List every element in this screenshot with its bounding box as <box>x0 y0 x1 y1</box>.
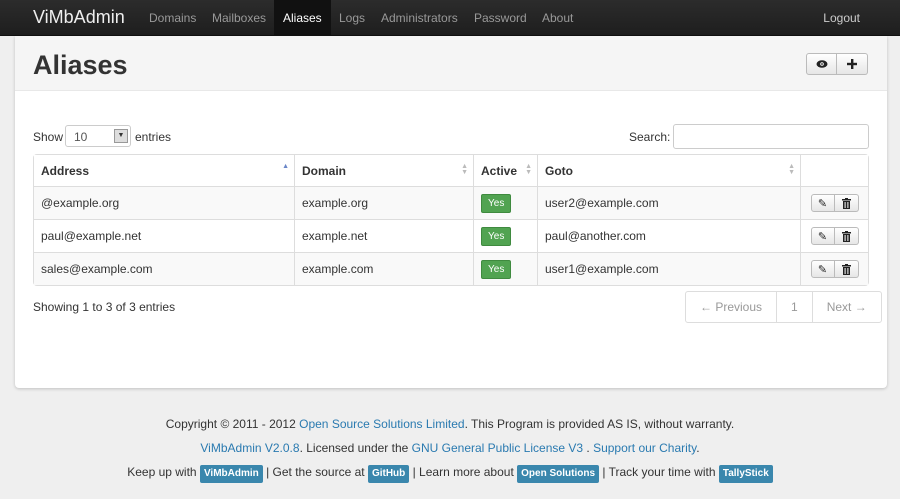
column-header-domain[interactable]: Domain ▲ ▼ <box>294 155 473 186</box>
delete-button[interactable] <box>834 260 859 278</box>
footer-text: | Get the source at <box>262 465 368 479</box>
active-cell: Yes <box>473 253 537 285</box>
oss-link[interactable]: Open Source Solutions Limited <box>299 417 464 431</box>
vimbadmin-tag-link[interactable]: ViMbAdmin <box>199 465 263 483</box>
edit-button[interactable]: ✎ <box>810 194 835 212</box>
footer-links: Keep up with ViMbAdmin | Get the source … <box>0 464 900 488</box>
aliases-table: Address ▲ Domain ▲ ▼ Active ▲ ▼ Goto ▲ ▼ @e… <box>33 154 869 286</box>
alias-domain: example.org <box>294 187 473 219</box>
charity-link[interactable]: Support our Charity <box>593 441 696 455</box>
footer-text: . Licensed under the <box>299 441 412 455</box>
logout-link[interactable]: Logout <box>823 0 860 36</box>
plus-icon <box>847 59 857 69</box>
nav-mailboxes[interactable]: Mailboxes <box>203 0 275 36</box>
row-actions: ✎ <box>800 253 868 285</box>
entries-per-page-value: 10 <box>74 130 88 144</box>
toggle-view-button[interactable] <box>806 53 837 75</box>
panel-header: Aliases <box>15 36 887 91</box>
add-alias-button[interactable] <box>837 53 868 75</box>
footer: Copyright © 2011 - 2012 Open Source Solu… <box>0 416 900 488</box>
active-cell: Yes <box>473 220 537 252</box>
nav-administrators[interactable]: Administrators <box>372 0 467 36</box>
active-badge[interactable]: Yes <box>481 193 512 213</box>
table-row: paul@example.net example.net Yes paul@an… <box>34 219 868 252</box>
tallystick-tag-link[interactable]: TallyStick <box>718 465 773 483</box>
version-link[interactable]: ViMbAdmin V2.0.8 <box>200 441 299 455</box>
page-title: Aliases <box>33 50 128 80</box>
row-actions: ✎ <box>800 220 868 252</box>
column-header-label: Address <box>41 163 90 178</box>
nav-about[interactable]: About <box>533 0 582 36</box>
footer-text: Copyright © 2011 - 2012 <box>165 417 300 431</box>
alias-goto: user2@example.com <box>537 187 800 219</box>
alias-domain: example.net <box>294 220 473 252</box>
column-header-address[interactable]: Address ▲ <box>34 155 294 186</box>
top-navbar: ViMbAdmin Domains Mailboxes Aliases Logs… <box>0 0 900 36</box>
column-header-actions <box>800 155 868 186</box>
open-solutions-tag-link[interactable]: Open Solutions <box>517 465 600 483</box>
license-link[interactable]: GNU General Public License V3 <box>412 441 583 455</box>
alias-goto: paul@another.com <box>537 220 800 252</box>
page-1-button[interactable]: 1 <box>776 292 812 322</box>
footer-text: . <box>583 441 594 455</box>
aliases-panel: Aliases Show 10 ▼ entries Search: Addres… <box>15 36 887 388</box>
eye-icon <box>816 60 827 68</box>
row-actions: ✎ <box>800 187 868 219</box>
chevron-down-icon: ▼ <box>114 129 128 143</box>
nav-aliases[interactable]: Aliases <box>274 0 331 36</box>
edit-button[interactable]: ✎ <box>810 227 835 245</box>
brand-logo[interactable]: ViMbAdmin <box>33 7 125 28</box>
previous-page-button[interactable]: ← Previous <box>686 292 776 322</box>
trash-icon <box>841 197 851 209</box>
nav-domains[interactable]: Domains <box>140 0 205 36</box>
active-badge[interactable]: Yes <box>481 226 512 246</box>
active-badge[interactable]: Yes <box>481 259 512 279</box>
alias-domain: example.com <box>294 253 473 285</box>
pencil-icon: ✎ <box>817 263 828 276</box>
delete-button[interactable] <box>834 227 859 245</box>
pencil-icon: ✎ <box>817 230 828 243</box>
entries-per-page-select[interactable]: 10 ▼ <box>65 125 131 147</box>
active-cell: Yes <box>473 187 537 219</box>
delete-button[interactable] <box>834 194 859 212</box>
alias-goto: user1@example.com <box>537 253 800 285</box>
footer-text: Keep up with <box>127 465 200 479</box>
sort-both-icon: ▲ ▼ <box>461 163 468 176</box>
alias-address: @example.org <box>41 196 120 210</box>
show-label: Show <box>33 130 64 144</box>
nav-password[interactable]: Password <box>465 0 536 36</box>
sort-both-icon: ▲ ▼ <box>788 163 795 176</box>
table-row: @example.org example.org Yes user2@examp… <box>34 186 868 219</box>
footer-license: ViMbAdmin V2.0.8. Licensed under the GNU… <box>0 440 900 464</box>
nav-logs[interactable]: Logs <box>330 0 374 36</box>
entries-label: entries <box>135 130 172 144</box>
trash-icon <box>841 230 851 242</box>
alias-address: paul@example.net <box>41 229 142 243</box>
sort-both-icon: ▲ ▼ <box>525 163 532 176</box>
trash-icon <box>841 263 851 275</box>
sort-ascending-icon: ▲ <box>282 163 289 170</box>
column-header-goto[interactable]: Goto ▲ ▼ <box>537 155 800 186</box>
search-input[interactable] <box>673 124 869 149</box>
footer-text: | Learn more about <box>409 465 518 479</box>
search-label: Search: <box>629 130 671 144</box>
edit-button[interactable]: ✎ <box>810 260 835 278</box>
pagination: ← Previous 1 Next → <box>685 291 882 323</box>
column-header-active[interactable]: Active ▲ ▼ <box>473 155 537 186</box>
header-toolbar <box>806 53 868 75</box>
column-header-label: Domain <box>302 163 347 178</box>
pencil-icon: ✎ <box>817 197 828 210</box>
column-header-label: Active <box>481 163 518 178</box>
column-header-label: Goto <box>545 163 573 178</box>
next-page-button[interactable]: Next → <box>811 292 881 322</box>
footer-text: . <box>696 441 700 455</box>
table-info: Showing 1 to 3 of 3 entries <box>33 300 176 314</box>
footer-text: | Track your time with <box>599 465 719 479</box>
table-row: sales@example.com example.com Yes user1@… <box>34 252 868 285</box>
table-header-row: Address ▲ Domain ▲ ▼ Active ▲ ▼ Goto ▲ ▼ <box>34 155 868 186</box>
footer-text: . This Program is provided AS IS, withou… <box>464 417 735 431</box>
footer-copyright: Copyright © 2011 - 2012 Open Source Solu… <box>0 416 900 440</box>
alias-address: sales@example.com <box>41 262 153 276</box>
github-tag-link[interactable]: GitHub <box>367 465 410 483</box>
